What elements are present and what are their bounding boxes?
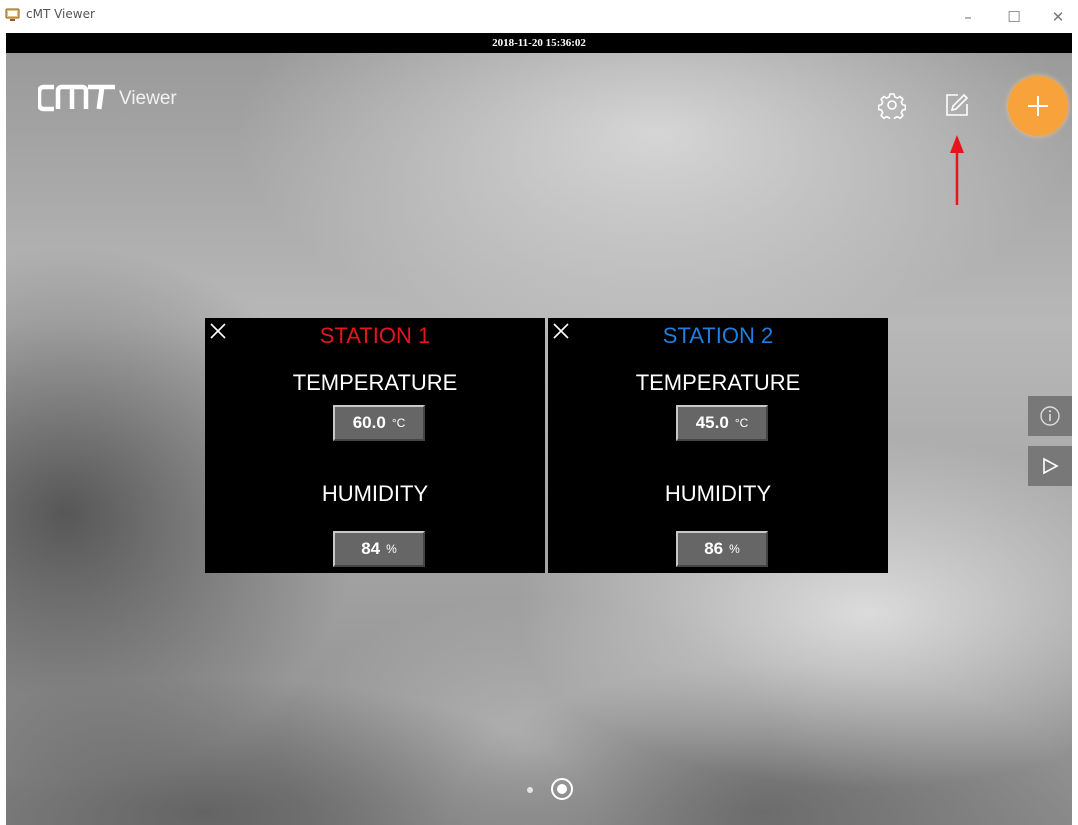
timestamp: 2018-11-20 15:36:02 [492,37,586,49]
temperature-value-box: 60.0 °C [333,405,425,441]
logo-mark [38,84,115,112]
maximize-button[interactable]: ☐ [991,0,1037,33]
gear-icon [878,93,906,119]
window-title: cMT Viewer [26,7,95,21]
temperature-label: TEMPERATURE [292,370,458,395]
add-button[interactable] [1008,76,1068,136]
timestamp-bar: 2018-11-20 15:36:02 [6,33,1072,53]
app-window: cMT Viewer – ☐ ✕ 2018-11-20 15:36:02 Vie… [0,0,1078,825]
settings-button[interactable] [876,89,908,121]
app-icon [5,8,20,21]
humidity-value-box: 84 % [333,531,425,567]
station-2-panel: STATION 2 TEMPERATURE 45.0 °C HUMIDITY 8… [548,318,888,573]
plus-icon [1028,96,1048,116]
station-1-panel: STATION 1 TEMPERATURE 60.0 °C HUMIDITY 8… [205,318,545,573]
humidity-unit: % [386,542,397,556]
page-indicator-1[interactable] [527,787,533,793]
temperature-value: 45.0 [695,413,729,432]
annotation-arrow [950,135,964,205]
close-window-button[interactable]: ✕ [1035,0,1078,33]
temperature-unit: °C [734,416,749,430]
play-icon [1043,457,1059,475]
humidity-unit: % [729,542,740,556]
station-title: STATION 1 [319,323,431,348]
title-bar: cMT Viewer – ☐ ✕ [0,0,1078,33]
edit-button[interactable] [941,89,973,121]
minimize-button[interactable]: – [945,0,991,33]
info-button[interactable] [1028,396,1072,436]
logo-subtitle: Viewer [119,88,177,109]
play-button[interactable] [1028,446,1072,486]
main-canvas: Viewer STATION 1 TEMPERATURE 60.0 °C HUM… [6,53,1072,825]
edit-icon [946,93,969,116]
humidity-label: HUMIDITY [664,481,772,506]
temperature-unit: °C [391,416,406,430]
humidity-value: 86 [704,539,724,558]
temperature-label: TEMPERATURE [635,370,801,395]
station-title: STATION 2 [662,323,774,348]
app-logo: Viewer [38,83,177,113]
temperature-value: 60.0 [352,413,386,432]
info-icon [1040,406,1060,426]
temperature-value-box: 45.0 °C [676,405,768,441]
humidity-value: 84 [361,539,381,558]
humidity-label: HUMIDITY [321,481,429,506]
humidity-value-box: 86 % [676,531,768,567]
page-indicator-current[interactable] [550,777,574,801]
